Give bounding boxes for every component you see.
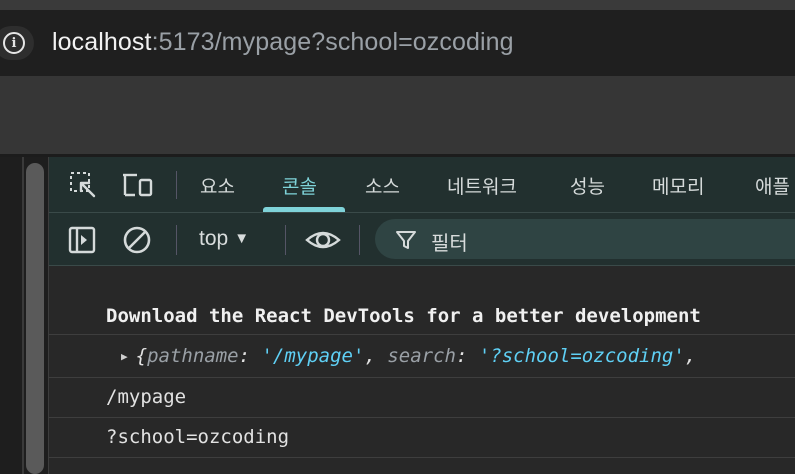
console-object-row[interactable]: ▶ {pathname: '/mypage', search: '?school=… (49, 335, 795, 378)
address-bar[interactable]: i localhost:5173/mypage?school=ozcoding (0, 10, 795, 76)
tab-memory[interactable]: 메모리 (652, 172, 704, 199)
sidebar-toggle-icon[interactable] (67, 225, 97, 255)
divider-line (22, 157, 24, 474)
toolbar-separator-3 (359, 225, 360, 255)
context-value: top (199, 227, 229, 250)
filter-input[interactable]: 필터 (375, 219, 795, 259)
console-output: Download the React DevTools for a better… (49, 267, 795, 474)
devtools-tab-bar: 요소 콘솔 소스 네트워크 성능 메모리 애플 (49, 157, 795, 213)
expand-triangle-icon[interactable]: ▶ (121, 350, 128, 363)
page-content-area (0, 76, 795, 154)
tab-separator (176, 171, 177, 199)
devtools-panel: 요소 콘솔 소스 네트워크 성능 메모리 애플 top ▼ 필터 Downloa… (48, 157, 795, 474)
console-log-row: ?school=ozcoding (49, 418, 795, 458)
clear-console-icon[interactable] (121, 224, 153, 256)
tab-network[interactable]: 네트워크 (447, 172, 517, 199)
toolbar-separator (176, 225, 177, 255)
live-expression-eye-icon[interactable] (304, 225, 342, 255)
tab-sources[interactable]: 소스 (365, 172, 400, 199)
console-object[interactable]: ▶ {pathname: '/mypage', search: '?school=… (121, 345, 696, 367)
url-path: :5173/mypage?school=ozcoding (151, 28, 514, 56)
console-log-search: ?school=ozcoding (106, 426, 290, 448)
tab-application[interactable]: 애플 (755, 172, 790, 199)
filter-placeholder: 필터 (431, 233, 468, 255)
window-top-band (0, 0, 795, 10)
chevron-down-icon: ▼ (234, 230, 250, 247)
device-toolbar-icon[interactable] (121, 171, 155, 199)
console-log-row: /mypage (49, 378, 795, 418)
console-toolbar: top ▼ 필터 (49, 213, 795, 266)
tab-elements[interactable]: 요소 (200, 172, 235, 199)
console-log-pathname: /mypage (106, 386, 187, 408)
page-viewport-edge (0, 157, 48, 474)
context-selector[interactable]: top ▼ (199, 227, 249, 251)
site-info-button[interactable]: i (0, 26, 34, 60)
tab-performance[interactable]: 성능 (570, 172, 605, 199)
toolbar-separator-2 (285, 225, 286, 255)
tab-console[interactable]: 콘솔 (282, 172, 317, 199)
info-icon: i (3, 32, 25, 54)
console-message: Download the React DevTools for a better… (49, 267, 795, 335)
filter-funnel-icon (396, 231, 416, 249)
page-scrollbar[interactable] (26, 163, 44, 474)
console-message-text: Download the React DevTools for a better… (106, 305, 701, 327)
url-text[interactable]: localhost:5173/mypage?school=ozcoding (52, 28, 514, 57)
inspect-element-icon[interactable] (69, 171, 97, 199)
active-tab-indicator (263, 207, 345, 212)
url-host: localhost (52, 28, 152, 56)
